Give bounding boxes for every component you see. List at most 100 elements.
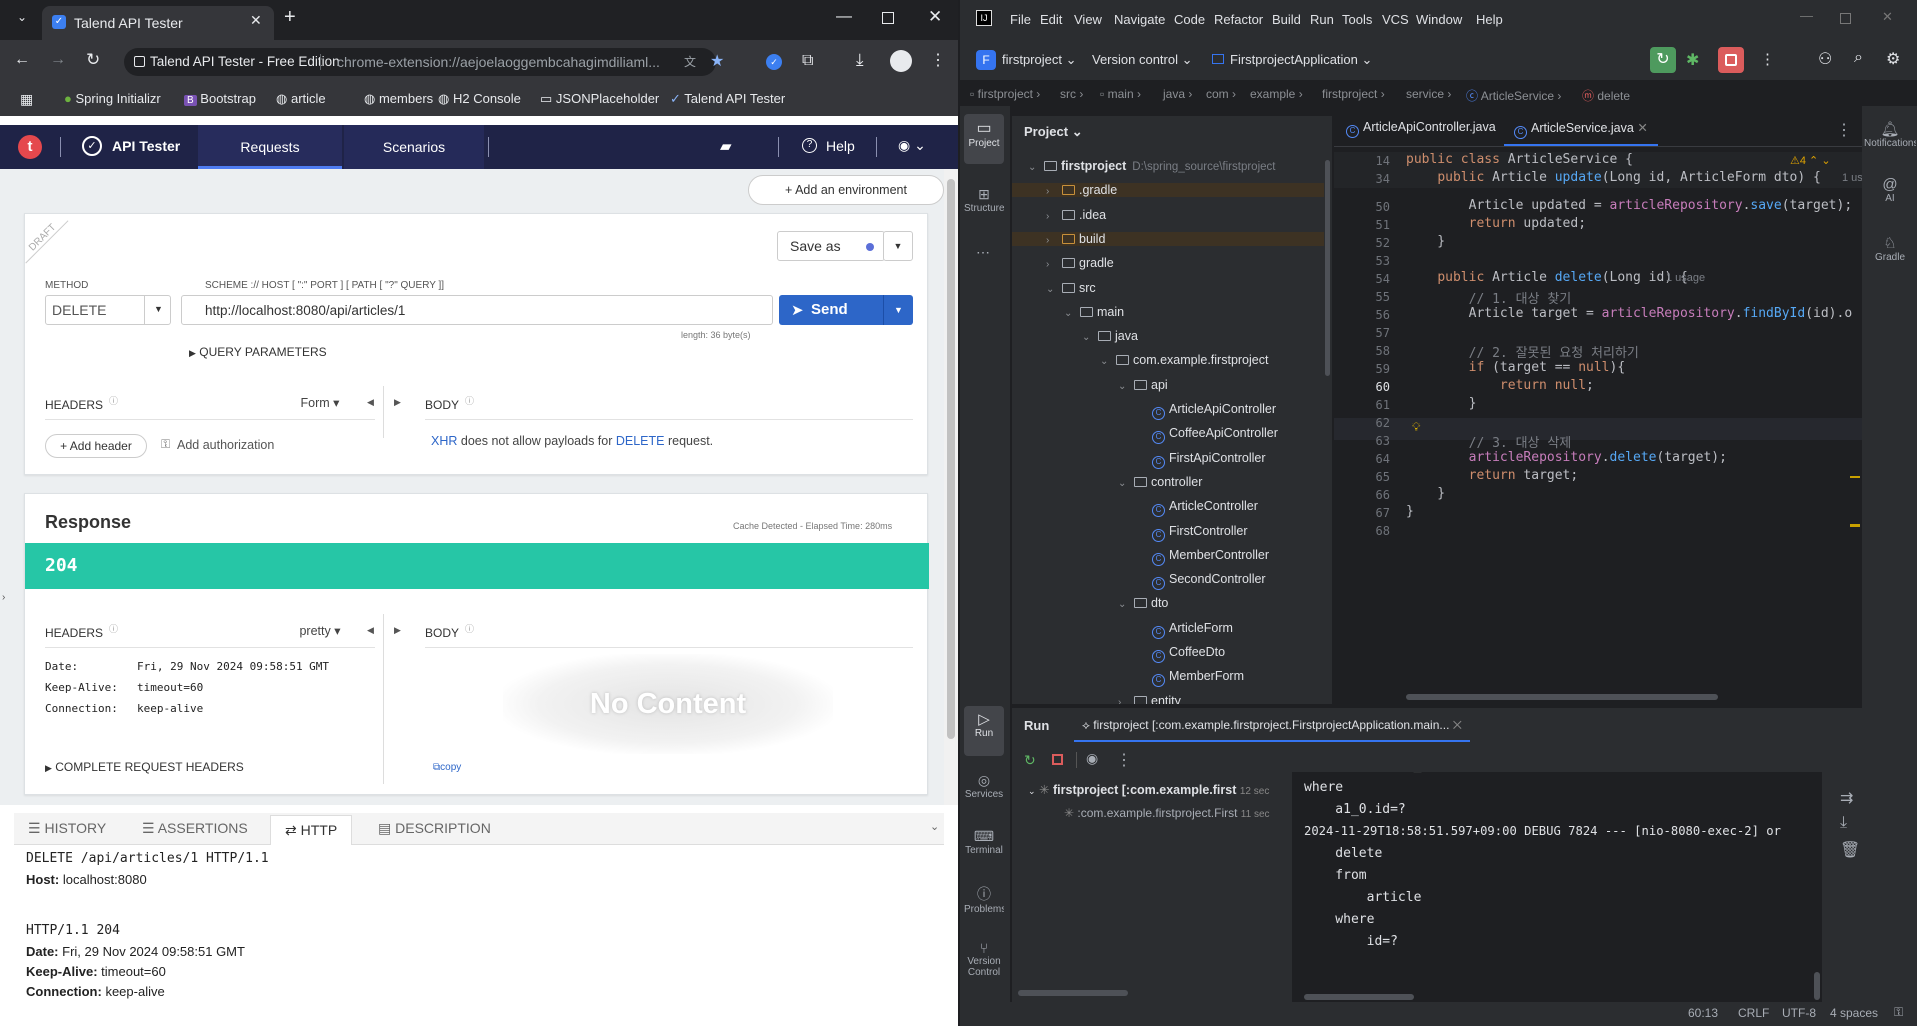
tree-item-folder[interactable]: ⌄ com.example.firstproject [1100,353,1268,367]
project-panel-title[interactable]: Project ⌄ [1024,124,1083,140]
query-parameters-toggle[interactable]: ▶ QUERY PARAMETERS [189,345,327,359]
close-icon[interactable]: ✕ [250,12,262,29]
bookmark-star-icon[interactable]: ★ [710,48,724,76]
scroll-to-end-icon[interactable]: ⤓ [1840,814,1847,832]
menu-vcs[interactable]: VCS [1382,12,1409,27]
collapse-right-icon[interactable]: ▶ [394,625,401,636]
menu-navigate[interactable]: Navigate [1114,12,1165,27]
rerun-icon[interactable]: ↻ [1024,752,1036,769]
tool-services[interactable]: ◎ Services [964,772,1004,800]
bookmark-h2[interactable]: ◍ H2 Console [438,91,521,107]
tab-history[interactable]: ☰ HISTORY [28,820,106,837]
tree-item-folder[interactable]: › entity [1118,694,1181,704]
tool-gradle[interactable]: ♘ Gradle [1864,234,1916,263]
reload-icon[interactable]: ↻ [86,50,100,70]
breadcrumb-item[interactable]: firstproject › [1322,87,1385,101]
tool-notifications[interactable]: 🔔︎ Notifications [1864,120,1916,149]
run-config-tab[interactable]: ⟡ firstproject [:com.example.firstprojec… [1074,714,1470,742]
extension-talend-icon[interactable]: ✓ [766,54,782,70]
apps-grid-icon[interactable]: ▦ [20,91,33,108]
close-icon[interactable]: ✕ [1637,121,1647,135]
tab-description[interactable]: ▤ DESCRIPTION [378,820,491,837]
settings-gear-icon[interactable]: ⚙ [1886,49,1900,69]
line-separator[interactable]: CRLF [1738,1006,1769,1020]
breadcrumb-item[interactable]: ⓒ ArticleService › [1466,87,1561,104]
tool-structure[interactable]: ⊞ Structure [964,186,1004,214]
indent-setting[interactable]: 4 spaces [1830,1006,1878,1020]
menu-tools[interactable]: Tools [1342,12,1372,27]
help-link[interactable]: Help [826,138,855,154]
minimize-icon[interactable]: — [1800,8,1813,23]
code-area[interactable]: 14 public class ArticleService {34 public… [1334,152,1862,672]
tab-http[interactable]: ⇄ HTTP [270,815,353,847]
copy-link[interactable]: ⧉copy [433,762,461,773]
xhr-link[interactable]: XHR [431,434,457,448]
send-options-dropdown[interactable]: ▼ [883,295,913,325]
run-tree-item[interactable]: ✳ :com.example.firstproject.First 11 sec [1064,806,1270,820]
more-actions-icon[interactable]: ⋮ [1760,50,1775,68]
tree-item-folder[interactable]: ⌄ main [1064,305,1124,319]
back-icon[interactable]: ← [14,51,30,69]
usage-hint[interactable]: 1 usage [1666,272,1705,284]
console-vscrollbar[interactable] [1814,972,1820,1000]
tree-item-folder[interactable]: › build [1012,231,1324,246]
tree-item-class[interactable]: C MemberForm [1136,669,1244,688]
tree-item-folder[interactable]: ⌄ java [1082,329,1138,343]
add-authorization-link[interactable]: Add authorization [177,438,274,452]
tree-item-folder[interactable]: ⌄ controller [1118,475,1202,489]
usage-hint[interactable]: 1 us [1842,172,1862,184]
side-expand-icon[interactable]: › [2,592,5,603]
breadcrumb-item[interactable]: src › [1060,87,1083,101]
help-icon[interactable]: ? [802,138,817,153]
bookmark-jsonplaceholder[interactable]: ▭ JSONPlaceholder [540,91,659,107]
collapse-left-icon[interactable]: ◀ [367,625,374,636]
complete-request-headers-toggle[interactable]: ▶ COMPLETE REQUEST HEADERS [45,760,244,774]
run-tree-scrollbar[interactable] [1018,990,1128,996]
console-output[interactable]: article a1_0where a1_0.id=? 2024-11-29T18… [1292,772,1822,1002]
url-input[interactable]: http://localhost:8080/api/articles/1 [181,295,773,325]
lock-icon[interactable]: ⚿ [1894,1005,1903,1020]
talend-logo[interactable]: t [18,135,42,159]
run-config-selector[interactable]: FirstprojectApplication ⌄ [1212,52,1372,68]
chat-icon[interactable]: ▰ [720,137,732,155]
tree-item-folder[interactable]: › gradle [1046,256,1114,270]
breadcrumb-item[interactable]: service › [1406,87,1451,101]
stop-icon[interactable] [1052,754,1063,765]
headers-mode-select[interactable]: Form ▾ [287,388,353,418]
tree-item-class[interactable]: C ArticleController [1136,499,1258,518]
more-icon[interactable]: ⋮ [1116,750,1132,770]
omnibox[interactable]: Talend API Tester - Free Edition chrome-… [124,48,724,76]
tree-item-folder[interactable]: ⌄ dto [1118,596,1168,610]
tool-project[interactable]: ▭ Project [964,114,1004,164]
tree-scrollbar[interactable] [1325,160,1330,376]
window-close-icon[interactable]: ✕ [928,7,942,27]
stop-icon[interactable] [1718,47,1744,73]
menu-run[interactable]: Run [1310,12,1334,27]
save-options-dropdown[interactable]: ▼ [883,231,913,261]
tool-version-control[interactable]: ⑂ Version Control [964,940,1004,978]
maximize-icon[interactable] [882,12,894,24]
tool-problems[interactable]: ⓘ Problems [964,884,1004,915]
collapse-bottom-icon[interactable]: ⌄ [930,820,939,833]
collapse-left-icon[interactable]: ◀ [367,397,374,408]
extensions-puzzle-icon[interactable]: ⧉ [802,52,813,70]
debug-icon[interactable]: ✱ [1686,50,1699,70]
tree-item-folder[interactable]: › .idea [1046,208,1106,222]
add-header-button[interactable]: + Add header [45,434,147,458]
nav-scenarios[interactable]: Scenarios [344,125,484,169]
breadcrumb-item[interactable]: ⓜ delete [1582,87,1630,104]
rerun-icon[interactable]: ↻ [1650,47,1676,73]
menu-view[interactable]: View [1074,12,1102,27]
vcs-selector[interactable]: Version control ⌄ [1092,52,1193,68]
menu-build[interactable]: Build [1272,12,1301,27]
add-user-icon[interactable]: ⚇ [1818,49,1832,69]
tree-item-class[interactable]: C CoffeeDto [1136,645,1225,663]
tree-item-class[interactable]: C SecondController [1136,572,1266,591]
soft-wrap-icon[interactable]: ⇉ [1840,788,1853,808]
bookmark-members[interactable]: ◍ members [364,91,433,107]
bookmark-article[interactable]: ◍ article [276,91,326,107]
tree-item-class[interactable]: C ArticleForm [1136,621,1233,639]
tool-run[interactable]: ▷ Run [964,706,1004,756]
bookmark-spring[interactable]: ● Spring Initializr [64,91,161,106]
page-scrollbar[interactable] [944,169,958,805]
